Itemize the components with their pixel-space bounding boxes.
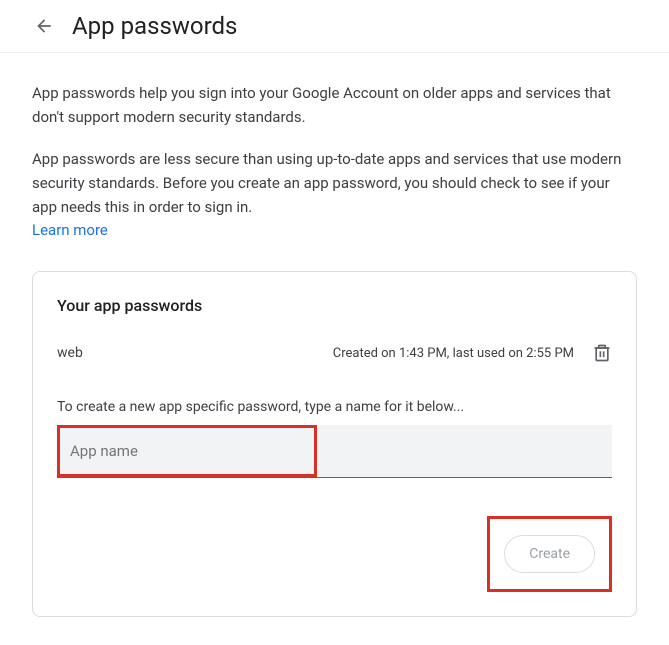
main-content: App passwords help you sign into your Go… (0, 53, 669, 645)
password-row: web Created on 1:43 PM, last used on 2:5… (57, 343, 612, 363)
create-instruction: To create a new app specific password, t… (57, 399, 612, 415)
input-highlight-box (57, 425, 317, 477)
action-row: Create (57, 516, 612, 592)
page-title: App passwords (72, 12, 237, 40)
page-header: App passwords (0, 0, 669, 53)
create-button[interactable]: Create (504, 535, 595, 573)
input-row-bg (317, 425, 612, 477)
intro-paragraph-2: App passwords are less secure than using… (32, 147, 637, 219)
app-name-input[interactable] (60, 428, 314, 474)
app-passwords-card: Your app passwords web Created on 1:43 P… (32, 271, 637, 617)
create-highlight-box: Create (487, 516, 612, 592)
learn-more-link[interactable]: Learn more (32, 221, 108, 239)
app-name-input-row (57, 425, 612, 478)
trash-icon[interactable] (592, 343, 612, 363)
card-title: Your app passwords (57, 296, 612, 315)
password-name: web (57, 345, 83, 361)
intro-paragraph-1: App passwords help you sign into your Go… (32, 81, 637, 129)
password-row-right: Created on 1:43 PM, last used on 2:55 PM (333, 343, 612, 363)
password-meta: Created on 1:43 PM, last used on 2:55 PM (333, 346, 574, 361)
back-arrow-icon[interactable] (32, 14, 56, 38)
